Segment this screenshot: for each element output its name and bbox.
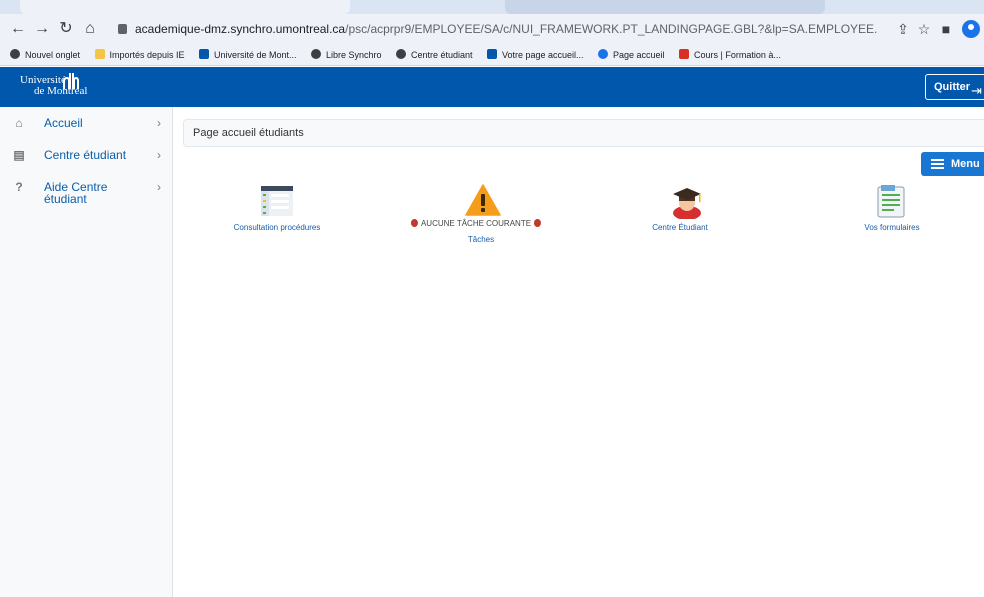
task-status: AUCUNE TÂCHE COURANTE — [408, 219, 544, 228]
procedures-icon — [261, 186, 293, 216]
bookmark-item[interactable]: Libre Synchro — [311, 44, 382, 65]
profile-avatar[interactable] — [962, 20, 980, 38]
url-path: /psc/acprpr9/EMPLOYEE/SA/c/NUI_FRAMEWORK… — [345, 22, 878, 36]
page-title: Page accueil étudiants — [183, 119, 984, 147]
tile-label: Consultation procédures — [233, 223, 321, 232]
bookmark-item[interactable]: Page accueil — [598, 44, 665, 65]
quit-button[interactable]: Quitter ⇥ — [925, 74, 984, 100]
bookmark-item[interactable]: Votre page accueil... — [486, 44, 584, 65]
url-field[interactable]: academique-dmz.synchro.umontreal.ca/psc/… — [118, 18, 878, 40]
sidebar: ⌂ Accueil › ▤ Centre étudiant › ? Aide C… — [0, 107, 173, 597]
menu-label: Menu — [951, 158, 980, 170]
bookmark-item[interactable]: Université de Mont... — [199, 44, 297, 65]
reload-icon[interactable]: ↻ — [56, 19, 76, 39]
globe-icon — [395, 49, 406, 59]
folder-icon — [94, 49, 105, 59]
chevron-right-icon: › — [157, 148, 161, 162]
warning-icon — [465, 184, 501, 216]
lock-icon — [118, 24, 127, 34]
home-icon: ⌂ — [15, 116, 23, 130]
status-dot-icon — [534, 219, 542, 227]
question-icon: ? — [15, 180, 23, 194]
url-host: academique-dmz.synchro.umontreal.ca — [135, 22, 346, 36]
menu-button[interactable]: Menu — [921, 152, 984, 176]
c-icon — [598, 49, 608, 59]
tile-label: Centre Étudiant — [652, 223, 708, 232]
udem-icon — [486, 49, 497, 59]
browser-tab-strip — [0, 0, 984, 14]
bookmark-item[interactable]: Cours | Formation à... — [679, 44, 781, 65]
globe-icon — [311, 49, 321, 59]
forward-arrow-icon[interactable]: → — [32, 19, 52, 39]
globe-icon — [10, 49, 20, 59]
bookmark-item[interactable]: Nouvel onglet — [10, 44, 80, 65]
tile-label: Vos formulaires — [864, 223, 920, 232]
star-icon[interactable]: ☆ — [914, 19, 934, 39]
back-arrow-icon[interactable]: ← — [8, 19, 28, 39]
main-content: Page accueil étudiants Menu Consultation… — [173, 107, 984, 597]
sidepanel-icon[interactable]: ■ — [936, 19, 956, 39]
browser-tab[interactable] — [505, 0, 825, 14]
bookmarks-bar: Nouvel onglet Importés depuis IE Univers… — [0, 44, 984, 66]
forms-icon — [877, 185, 905, 218]
hamburger-icon — [931, 159, 944, 169]
browser-tab-active[interactable] — [20, 0, 350, 14]
status-dot-icon — [410, 219, 418, 227]
app-header: Université de Montréal Quitter ⇥ — [0, 67, 984, 107]
chevron-right-icon: › — [157, 180, 161, 194]
bookmark-item[interactable]: Centre étudiant — [395, 44, 473, 65]
share-icon[interactable]: ⇪ — [893, 19, 913, 39]
sidebar-item-label: Aide Centre étudiant — [44, 180, 108, 206]
home-icon[interactable]: ⌂ — [80, 19, 100, 39]
udem-mark-icon — [63, 73, 79, 89]
sidebar-item-centre-etudiant[interactable]: ▤ Centre étudiant › — [0, 139, 172, 171]
quit-label: Quitter — [934, 81, 971, 93]
sidebar-item-aide[interactable]: ? Aide Centre étudiant › — [0, 171, 172, 215]
bookmark-item[interactable]: Importés depuis IE — [94, 44, 185, 65]
udem-icon — [199, 49, 209, 59]
sidebar-item-label: Centre étudiant — [44, 148, 127, 162]
chevron-right-icon: › — [157, 116, 161, 130]
red-icon — [679, 49, 689, 59]
tile-label: Tâches — [467, 235, 495, 244]
logout-icon: ⇥ — [971, 83, 982, 98]
sidebar-item-accueil[interactable]: ⌂ Accueil › — [0, 107, 172, 139]
address-bar: ← → ↻ ⌂ academique-dmz.synchro.umontreal… — [0, 14, 984, 44]
book-icon: ▤ — [13, 148, 25, 162]
sidebar-item-label: Accueil — [44, 116, 83, 130]
graduate-icon — [673, 188, 701, 219]
udem-logo[interactable]: Université de Montréal — [20, 73, 87, 97]
